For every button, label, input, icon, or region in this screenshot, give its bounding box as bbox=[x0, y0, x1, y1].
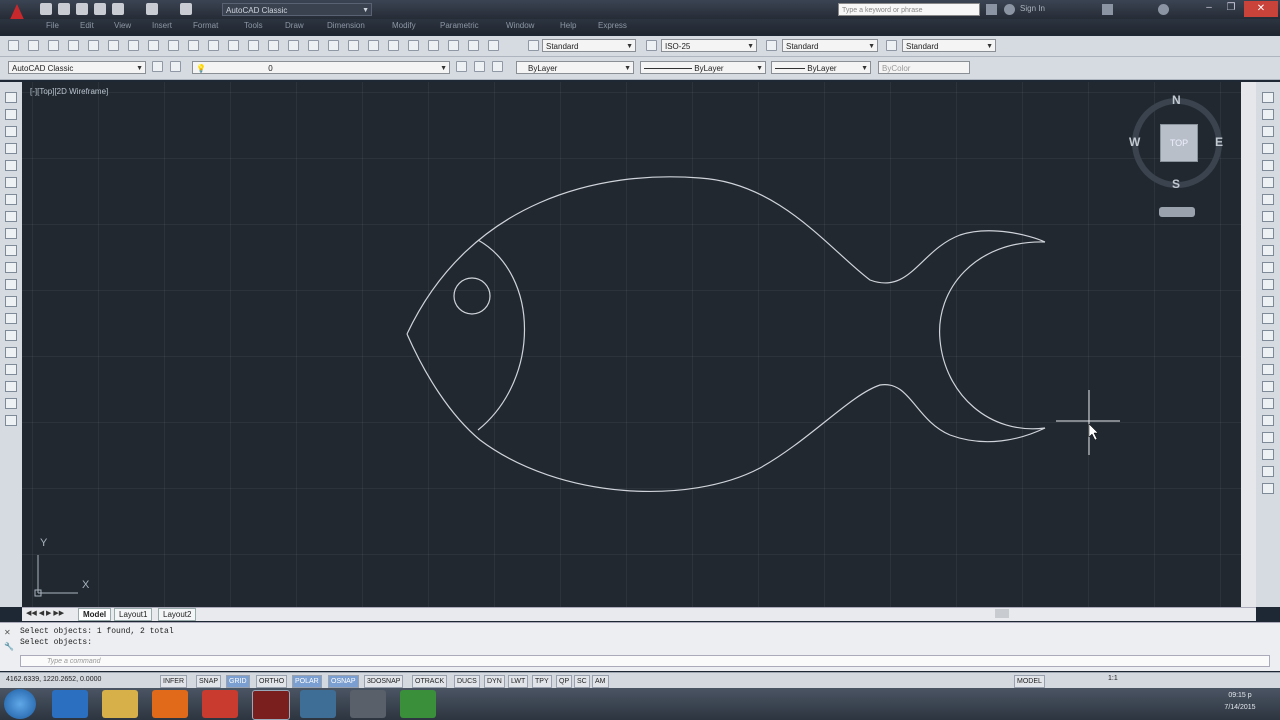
annotation-scale[interactable]: 1:1 bbox=[1108, 675, 1118, 682]
wcs-menu-button[interactable] bbox=[1159, 207, 1195, 217]
clock-time[interactable]: 09:15 p bbox=[1218, 692, 1262, 699]
status-toggle-ortho[interactable]: ORTHO bbox=[256, 675, 288, 688]
status-toggle-qp[interactable]: QP bbox=[556, 675, 573, 688]
status-toggle-polar[interactable]: POLAR bbox=[292, 675, 322, 688]
windows-taskbar bbox=[0, 688, 1280, 720]
internet-explorer-icon[interactable] bbox=[52, 690, 88, 718]
tab-layout1[interactable]: Layout1 bbox=[114, 608, 153, 621]
app-icon[interactable] bbox=[350, 690, 386, 718]
status-toggle-otrack[interactable]: OTRACK bbox=[412, 675, 448, 688]
coordinate-readout[interactable]: 4162.6339, 1220.2652, 0.0000 bbox=[6, 676, 101, 683]
status-toggle-tpy[interactable]: TPY bbox=[532, 675, 552, 688]
compass-east[interactable]: E bbox=[1215, 135, 1223, 149]
command-history-line: Select objects: bbox=[20, 638, 93, 647]
crosshair-cursor bbox=[1056, 390, 1120, 455]
tab-layout2[interactable]: Layout2 bbox=[158, 608, 197, 621]
start-button-icon[interactable] bbox=[4, 689, 36, 719]
fish-tail-inner bbox=[939, 241, 1046, 430]
autocad-taskbar-icon[interactable] bbox=[252, 690, 290, 720]
status-toggle-osnap[interactable]: OSNAP bbox=[328, 675, 359, 688]
customize-command-icon[interactable]: 🔧 bbox=[4, 642, 14, 651]
clock-date[interactable]: 7/14/2015 bbox=[1212, 704, 1268, 711]
tab-nav-arrows-icon[interactable]: ◀◀ ◀ ▶ ▶▶ bbox=[26, 609, 64, 617]
status-toggle-lwt[interactable]: LWT bbox=[508, 675, 529, 688]
mouse-pointer-icon bbox=[1088, 423, 1099, 441]
layout-tab-bar bbox=[22, 607, 1256, 621]
close-command-icon[interactable]: ✕ bbox=[4, 628, 11, 637]
status-toggle-ducs[interactable]: DUCS bbox=[454, 675, 480, 688]
status-toggle-am[interactable]: AM bbox=[592, 675, 609, 688]
ucs-icon bbox=[34, 555, 78, 597]
status-toggle-3dosnap[interactable]: 3DOSNAP bbox=[364, 675, 404, 688]
status-toggle-snap[interactable]: SNAP bbox=[196, 675, 222, 688]
command-input[interactable]: Type a command bbox=[20, 655, 1270, 667]
status-toggle-grid[interactable]: GRID bbox=[226, 675, 250, 688]
ucs-y-label: Y bbox=[40, 537, 48, 549]
status-toggle-infer[interactable]: INFER bbox=[160, 675, 187, 688]
fish-eye bbox=[453, 277, 491, 315]
compass-south[interactable]: S bbox=[1172, 177, 1180, 191]
media-player-icon[interactable] bbox=[152, 690, 188, 718]
fish-body-upper bbox=[406, 176, 1046, 335]
status-bar bbox=[0, 672, 1280, 689]
recorder-icon[interactable] bbox=[400, 690, 436, 718]
model-space-toggle[interactable]: MODEL bbox=[1014, 675, 1045, 688]
horizontal-scrollbar-thumb[interactable] bbox=[995, 609, 1009, 618]
status-toggle-dyn[interactable]: DYN bbox=[484, 675, 505, 688]
command-history-line: Select objects: 1 found, 2 total bbox=[20, 627, 174, 636]
chrome-icon[interactable] bbox=[202, 690, 238, 718]
tab-model[interactable]: Model bbox=[78, 608, 112, 621]
compass-west[interactable]: W bbox=[1129, 135, 1140, 149]
fish-gill bbox=[477, 239, 526, 431]
ucs-x-label: X bbox=[82, 579, 90, 591]
screen-app-icon[interactable] bbox=[300, 690, 336, 718]
viewcube-top-face[interactable]: TOP bbox=[1160, 124, 1198, 162]
fish-body-lower bbox=[406, 333, 1046, 492]
file-explorer-icon[interactable] bbox=[102, 690, 138, 718]
compass-north[interactable]: N bbox=[1172, 93, 1181, 107]
status-toggle-sc[interactable]: SC bbox=[574, 675, 590, 688]
